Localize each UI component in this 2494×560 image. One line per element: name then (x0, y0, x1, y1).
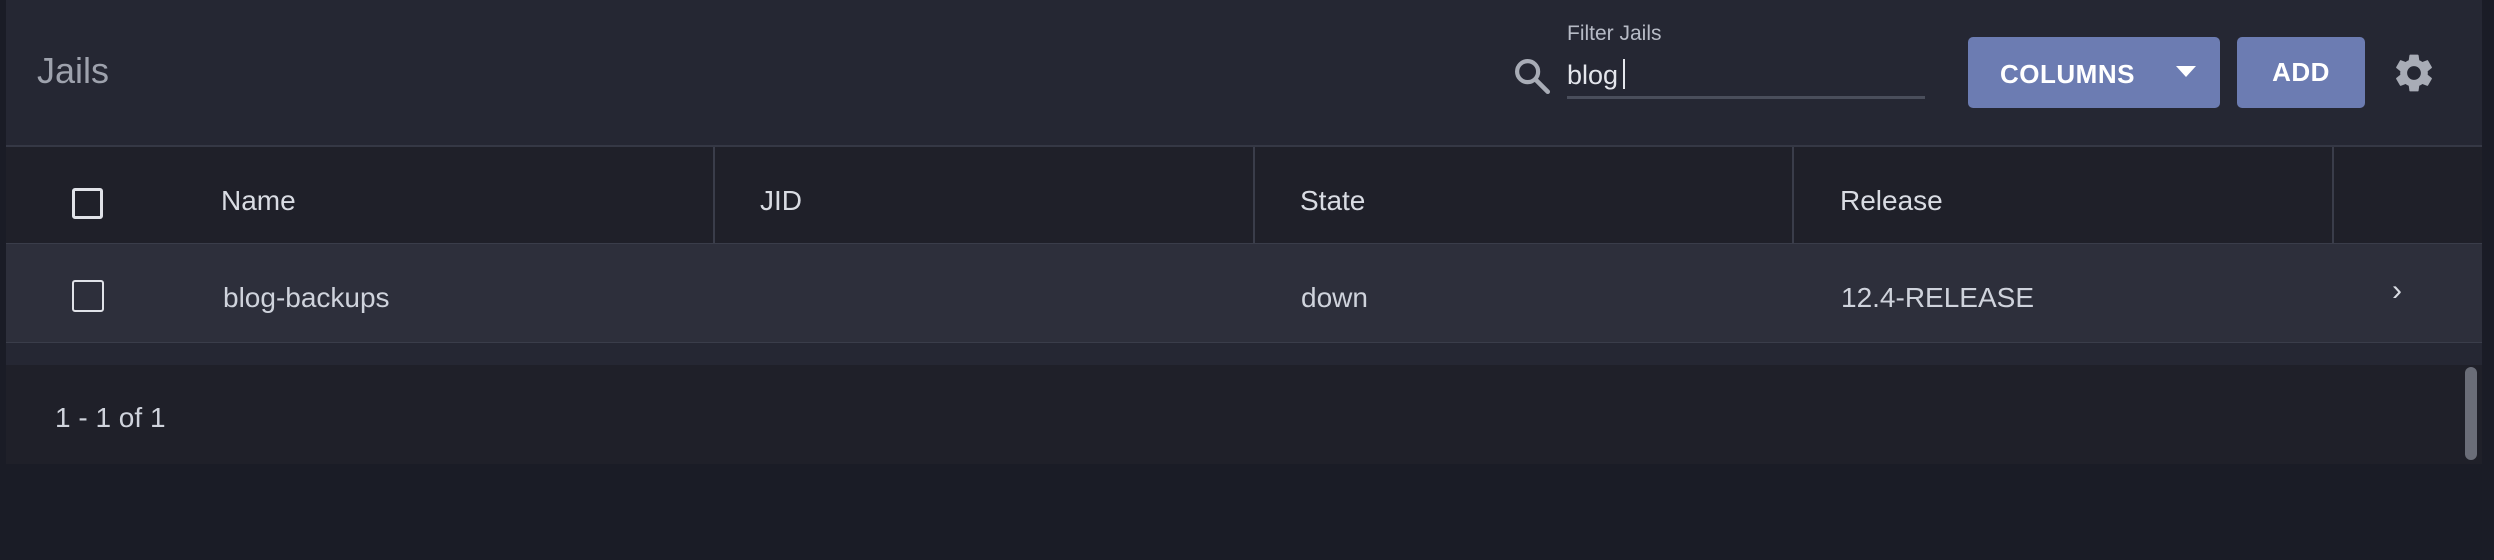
column-header-jid[interactable]: JID (760, 185, 802, 217)
table-footer: 1 - 1 of 1 (6, 365, 2482, 464)
gear-icon[interactable] (2391, 50, 2437, 96)
select-all-checkbox[interactable] (72, 188, 103, 219)
add-button[interactable]: ADD (2237, 37, 2365, 108)
jails-card: Jails Filter Jails COLUMNS ADD Name JID … (6, 0, 2482, 464)
column-header-name[interactable]: Name (221, 185, 296, 217)
dropdown-arrow-icon (2176, 66, 2196, 77)
vertical-scrollbar[interactable] (2461, 365, 2481, 464)
column-divider[interactable] (1253, 147, 1255, 245)
filter-jails-input[interactable] (1567, 54, 1925, 99)
cell-name: blog-backups (223, 282, 390, 313)
text-caret (1623, 59, 1625, 89)
cell-release: 12.4-RELEASE (1841, 282, 2034, 313)
row-checkbox[interactable] (72, 280, 104, 312)
table-row[interactable]: blog-backups down 12.4-RELEASE › (6, 243, 2482, 343)
column-divider[interactable] (1792, 147, 1794, 245)
filter-label: Filter Jails (1567, 22, 1662, 45)
columns-button[interactable]: COLUMNS (1968, 37, 2220, 108)
column-divider[interactable] (2332, 147, 2334, 245)
columns-button-label: COLUMNS (2000, 59, 2135, 89)
toolbar: Jails Filter Jails COLUMNS ADD (6, 0, 2482, 145)
expand-row-chevron-icon[interactable]: › (2392, 274, 2402, 308)
pagination-range: 1 - 1 of 1 (55, 402, 166, 433)
column-divider[interactable] (713, 147, 715, 245)
column-header-state[interactable]: State (1300, 185, 1365, 217)
page-title: Jails (37, 50, 110, 91)
search-icon (1515, 59, 1551, 95)
scrollbar-thumb[interactable] (2465, 367, 2477, 460)
table-header-row: Name JID State Release (6, 145, 2482, 245)
column-header-release[interactable]: Release (1840, 185, 1943, 217)
cell-state: down (1301, 282, 1368, 313)
